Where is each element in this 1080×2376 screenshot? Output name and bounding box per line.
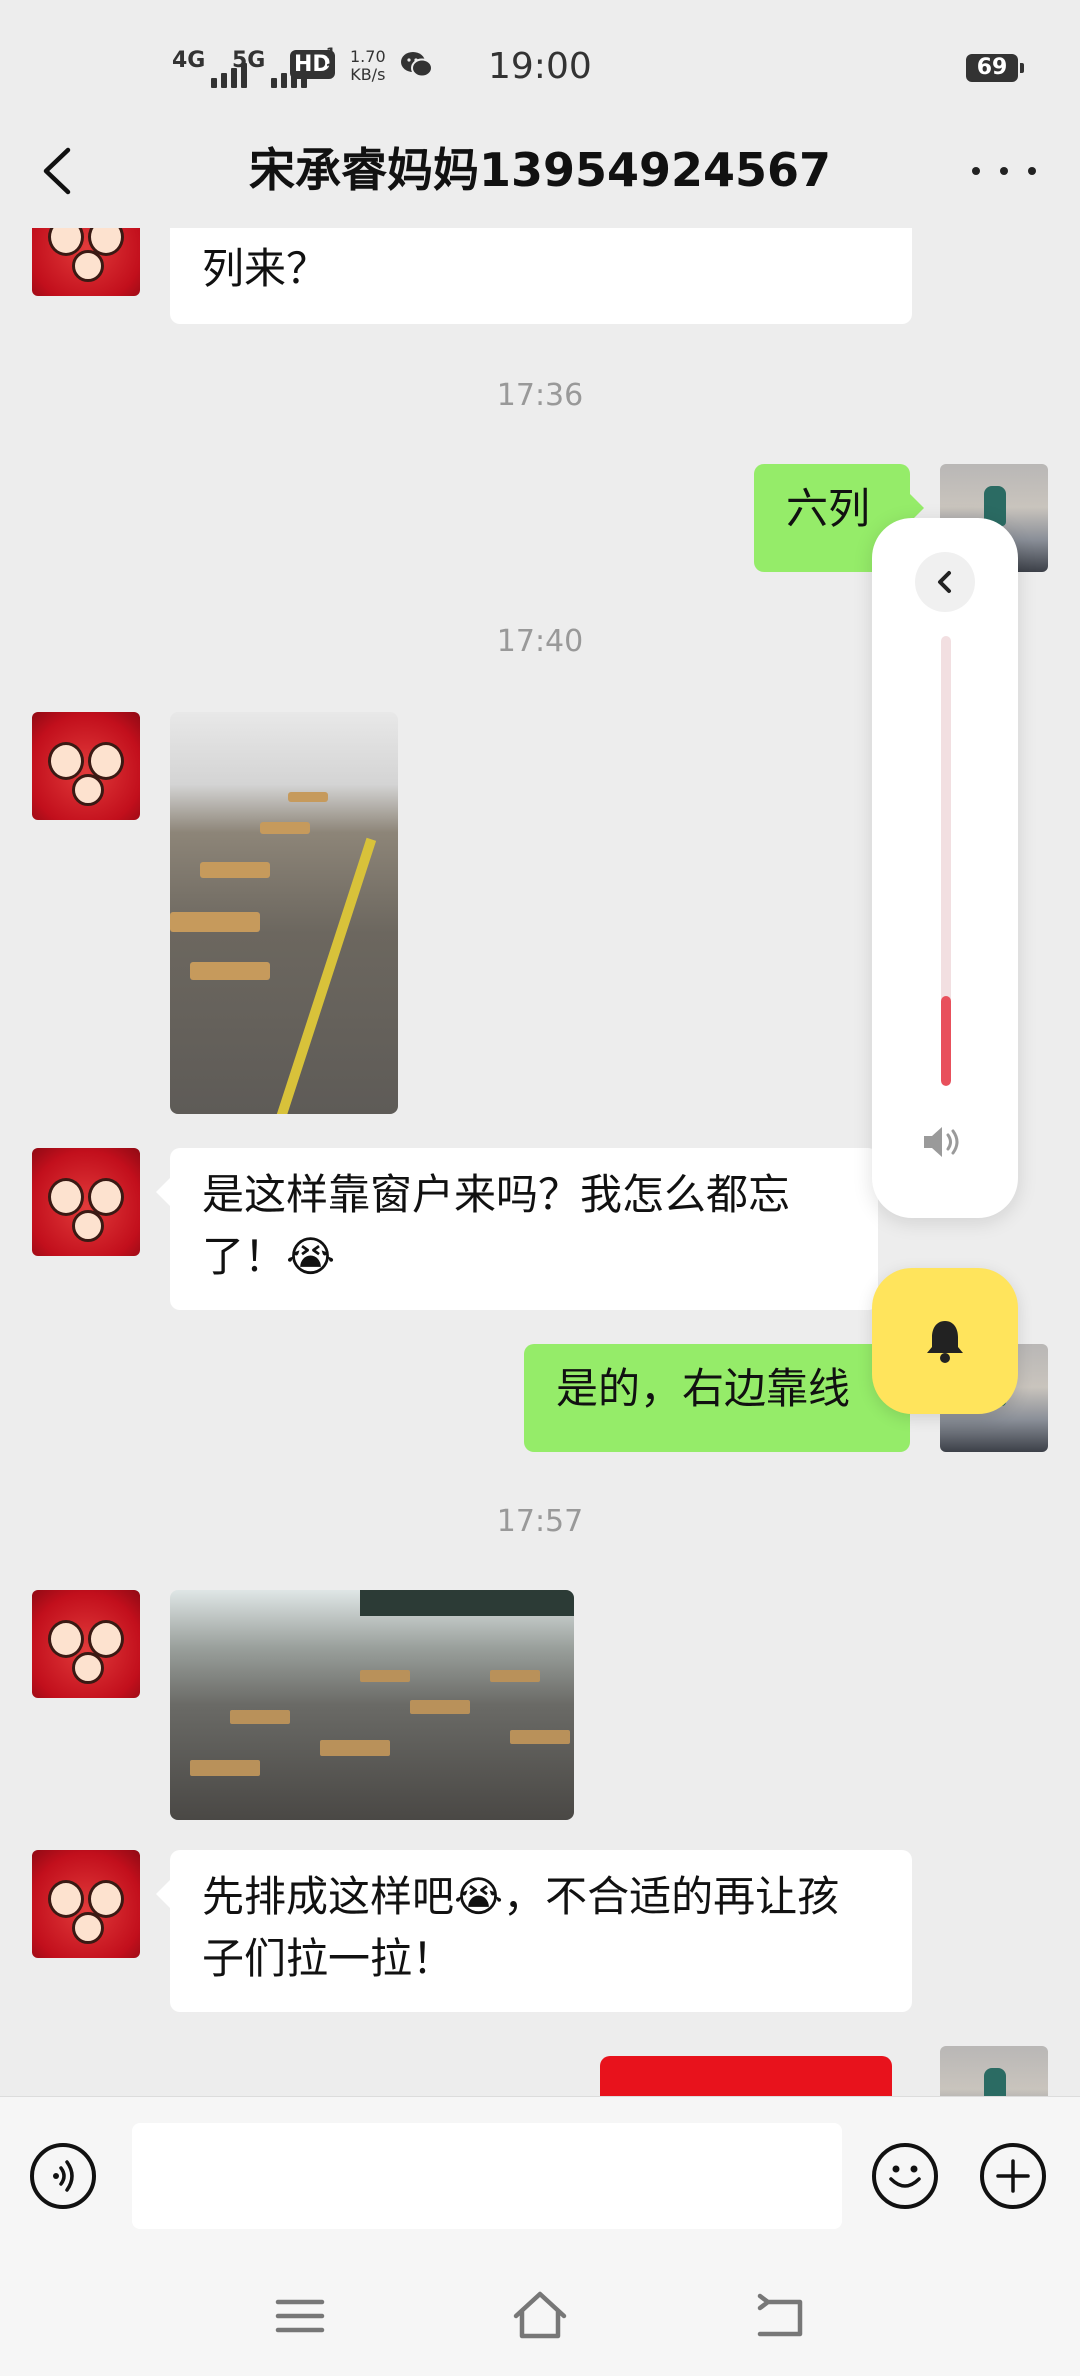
home-icon — [513, 2291, 567, 2339]
message-input[interactable] — [132, 2123, 842, 2229]
my-message-bubble[interactable]: 是的，右边靠线 — [524, 1344, 924, 1452]
network-speed-value: 1.70 — [350, 47, 386, 66]
voice-input-button[interactable] — [30, 2143, 96, 2209]
emoji-button[interactable] — [872, 2143, 938, 2209]
more-functions-button[interactable] — [980, 2143, 1046, 2209]
chat-title: 宋承睿妈妈13954924567 — [248, 143, 832, 197]
emoji-icon — [889, 2165, 921, 2188]
contact-avatar[interactable] — [32, 1148, 140, 1256]
back-nav-button[interactable] — [750, 2286, 810, 2346]
wechat-notification-icon — [400, 50, 434, 87]
volume-panel — [872, 518, 1018, 1218]
volume-level-fill — [941, 996, 951, 1086]
volume-collapse-button[interactable] — [915, 552, 975, 612]
bell-icon — [927, 1321, 963, 1363]
signal-4g-label: 4G — [172, 48, 206, 73]
message-text: 先排成这样吧😭，不合适的再让孩子们拉一拉！ — [202, 1872, 840, 1983]
menu-icon — [275, 2299, 325, 2333]
chat-header: 宋承睿妈妈13954924567 — [0, 118, 1080, 228]
contact-avatar[interactable] — [32, 712, 140, 820]
my-avatar[interactable] — [940, 2046, 1048, 2096]
message-text: 六列 — [786, 484, 871, 533]
image-message-classroom[interactable] — [170, 1590, 574, 1820]
more-button[interactable] — [972, 146, 1036, 196]
home-button[interactable] — [510, 2286, 570, 2346]
volume-slider[interactable] — [941, 636, 951, 1086]
message-text: 是的，右边靠线 — [556, 1364, 851, 1413]
image-message-classroom-row[interactable] — [170, 712, 398, 1114]
message-bubble[interactable]: 是这样靠窗户来吗？我怎么都忘了！😭 — [156, 1148, 878, 1310]
battery-icon: 69 — [966, 54, 1024, 82]
voice-input-icon — [53, 2160, 74, 2192]
system-nav-bar — [0, 2256, 1080, 2376]
image-message-red[interactable] — [600, 2056, 892, 2096]
status-bar: 4G 5G HD 1 2 1.70 KB/s 19:00 69 — [0, 0, 1080, 130]
message-text: 是这样靠窗户来吗？我怎么都忘了！😭 — [202, 1170, 791, 1281]
message-bubble-partial[interactable]: 列来？ — [170, 228, 912, 324]
input-bar — [0, 2096, 1080, 2257]
timestamp: 17:57 — [496, 1504, 584, 1539]
speaker-icon[interactable] — [920, 1122, 970, 1162]
contact-avatar[interactable] — [32, 228, 140, 296]
network-speed: 1.70 KB/s — [350, 48, 386, 84]
message-bubble[interactable]: 先排成这样吧😭，不合适的再让孩子们拉一拉！ — [156, 1850, 912, 2012]
timestamp: 17:36 — [496, 378, 584, 413]
hd-voice-sub: 1 2 — [326, 46, 336, 78]
contact-avatar[interactable] — [32, 1590, 140, 1698]
back-arrow-icon — [757, 2293, 803, 2337]
contact-avatar[interactable] — [32, 1850, 140, 1958]
recent-apps-button[interactable] — [270, 2286, 330, 2346]
clock: 19:00 — [488, 46, 592, 87]
signal-5g-label: 5G — [232, 48, 266, 73]
message-text: 列来？ — [202, 244, 329, 293]
more-dots-icon — [972, 167, 980, 175]
ringer-mode-button[interactable] — [872, 1268, 1018, 1414]
plus-icon — [996, 2159, 1030, 2193]
chevron-left-icon — [938, 571, 951, 593]
network-speed-unit: KB/s — [350, 65, 386, 84]
